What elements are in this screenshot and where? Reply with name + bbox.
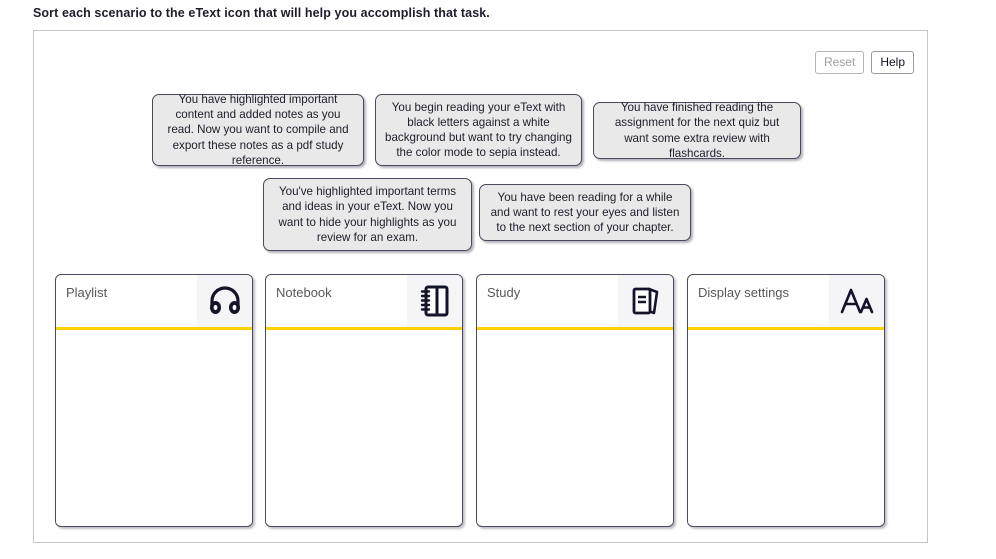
drop-zone-title: Playlist [66, 285, 108, 300]
drop-zone-body[interactable] [688, 330, 884, 524]
drop-zone-body[interactable] [266, 330, 462, 524]
drop-zone-study[interactable]: Study [476, 274, 674, 527]
scenario-card[interactable]: You have been reading for a while and wa… [479, 184, 691, 241]
drop-zone-header: Notebook [266, 275, 462, 330]
scenario-card[interactable]: You begin reading your eText with black … [375, 94, 582, 166]
drop-zone-notebook[interactable]: Notebook [265, 274, 463, 527]
scenario-card-text: You have highlighted important content a… [167, 93, 349, 167]
drop-zone-header: Display settings [688, 275, 884, 330]
drop-zone-body[interactable] [477, 330, 673, 524]
scenario-card[interactable]: You have finished reading the assignment… [593, 101, 801, 160]
scenario-card-text: You have finished reading the assignment… [614, 101, 780, 160]
scenario-card-text: You have been reading for a while and wa… [490, 190, 680, 235]
scenario-card-text: You begin reading your eText with black … [385, 100, 572, 160]
drop-zone-body[interactable] [56, 330, 252, 524]
drop-zone-header: Playlist [56, 275, 252, 330]
drop-zone-title: Study [487, 285, 521, 300]
activity-panel: Reset Help You have highlighted importan… [33, 30, 928, 543]
toolbar: Reset Help [814, 51, 914, 74]
reset-button[interactable]: Reset [814, 51, 865, 74]
drop-zone-title: Display settings [698, 285, 790, 300]
headphones-icon [197, 275, 252, 327]
drop-zone-playlist[interactable]: Playlist [55, 274, 253, 527]
scenario-card[interactable]: You have highlighted important content a… [152, 93, 364, 167]
drop-zone-display-settings[interactable]: Display settings [687, 274, 885, 527]
drop-zone-title: Notebook [276, 285, 332, 300]
flashcards-icon [618, 275, 673, 327]
text-size-icon [829, 275, 884, 327]
drop-zone-header: Study [477, 275, 673, 330]
help-button[interactable]: Help [871, 51, 914, 74]
page-title: Sort each scenario to the eText icon tha… [33, 6, 490, 20]
scenario-card[interactable]: You've highlighted important terms and i… [263, 178, 472, 251]
scenario-card-text: You've highlighted important terms and i… [278, 185, 457, 244]
notebook-icon [407, 275, 462, 327]
